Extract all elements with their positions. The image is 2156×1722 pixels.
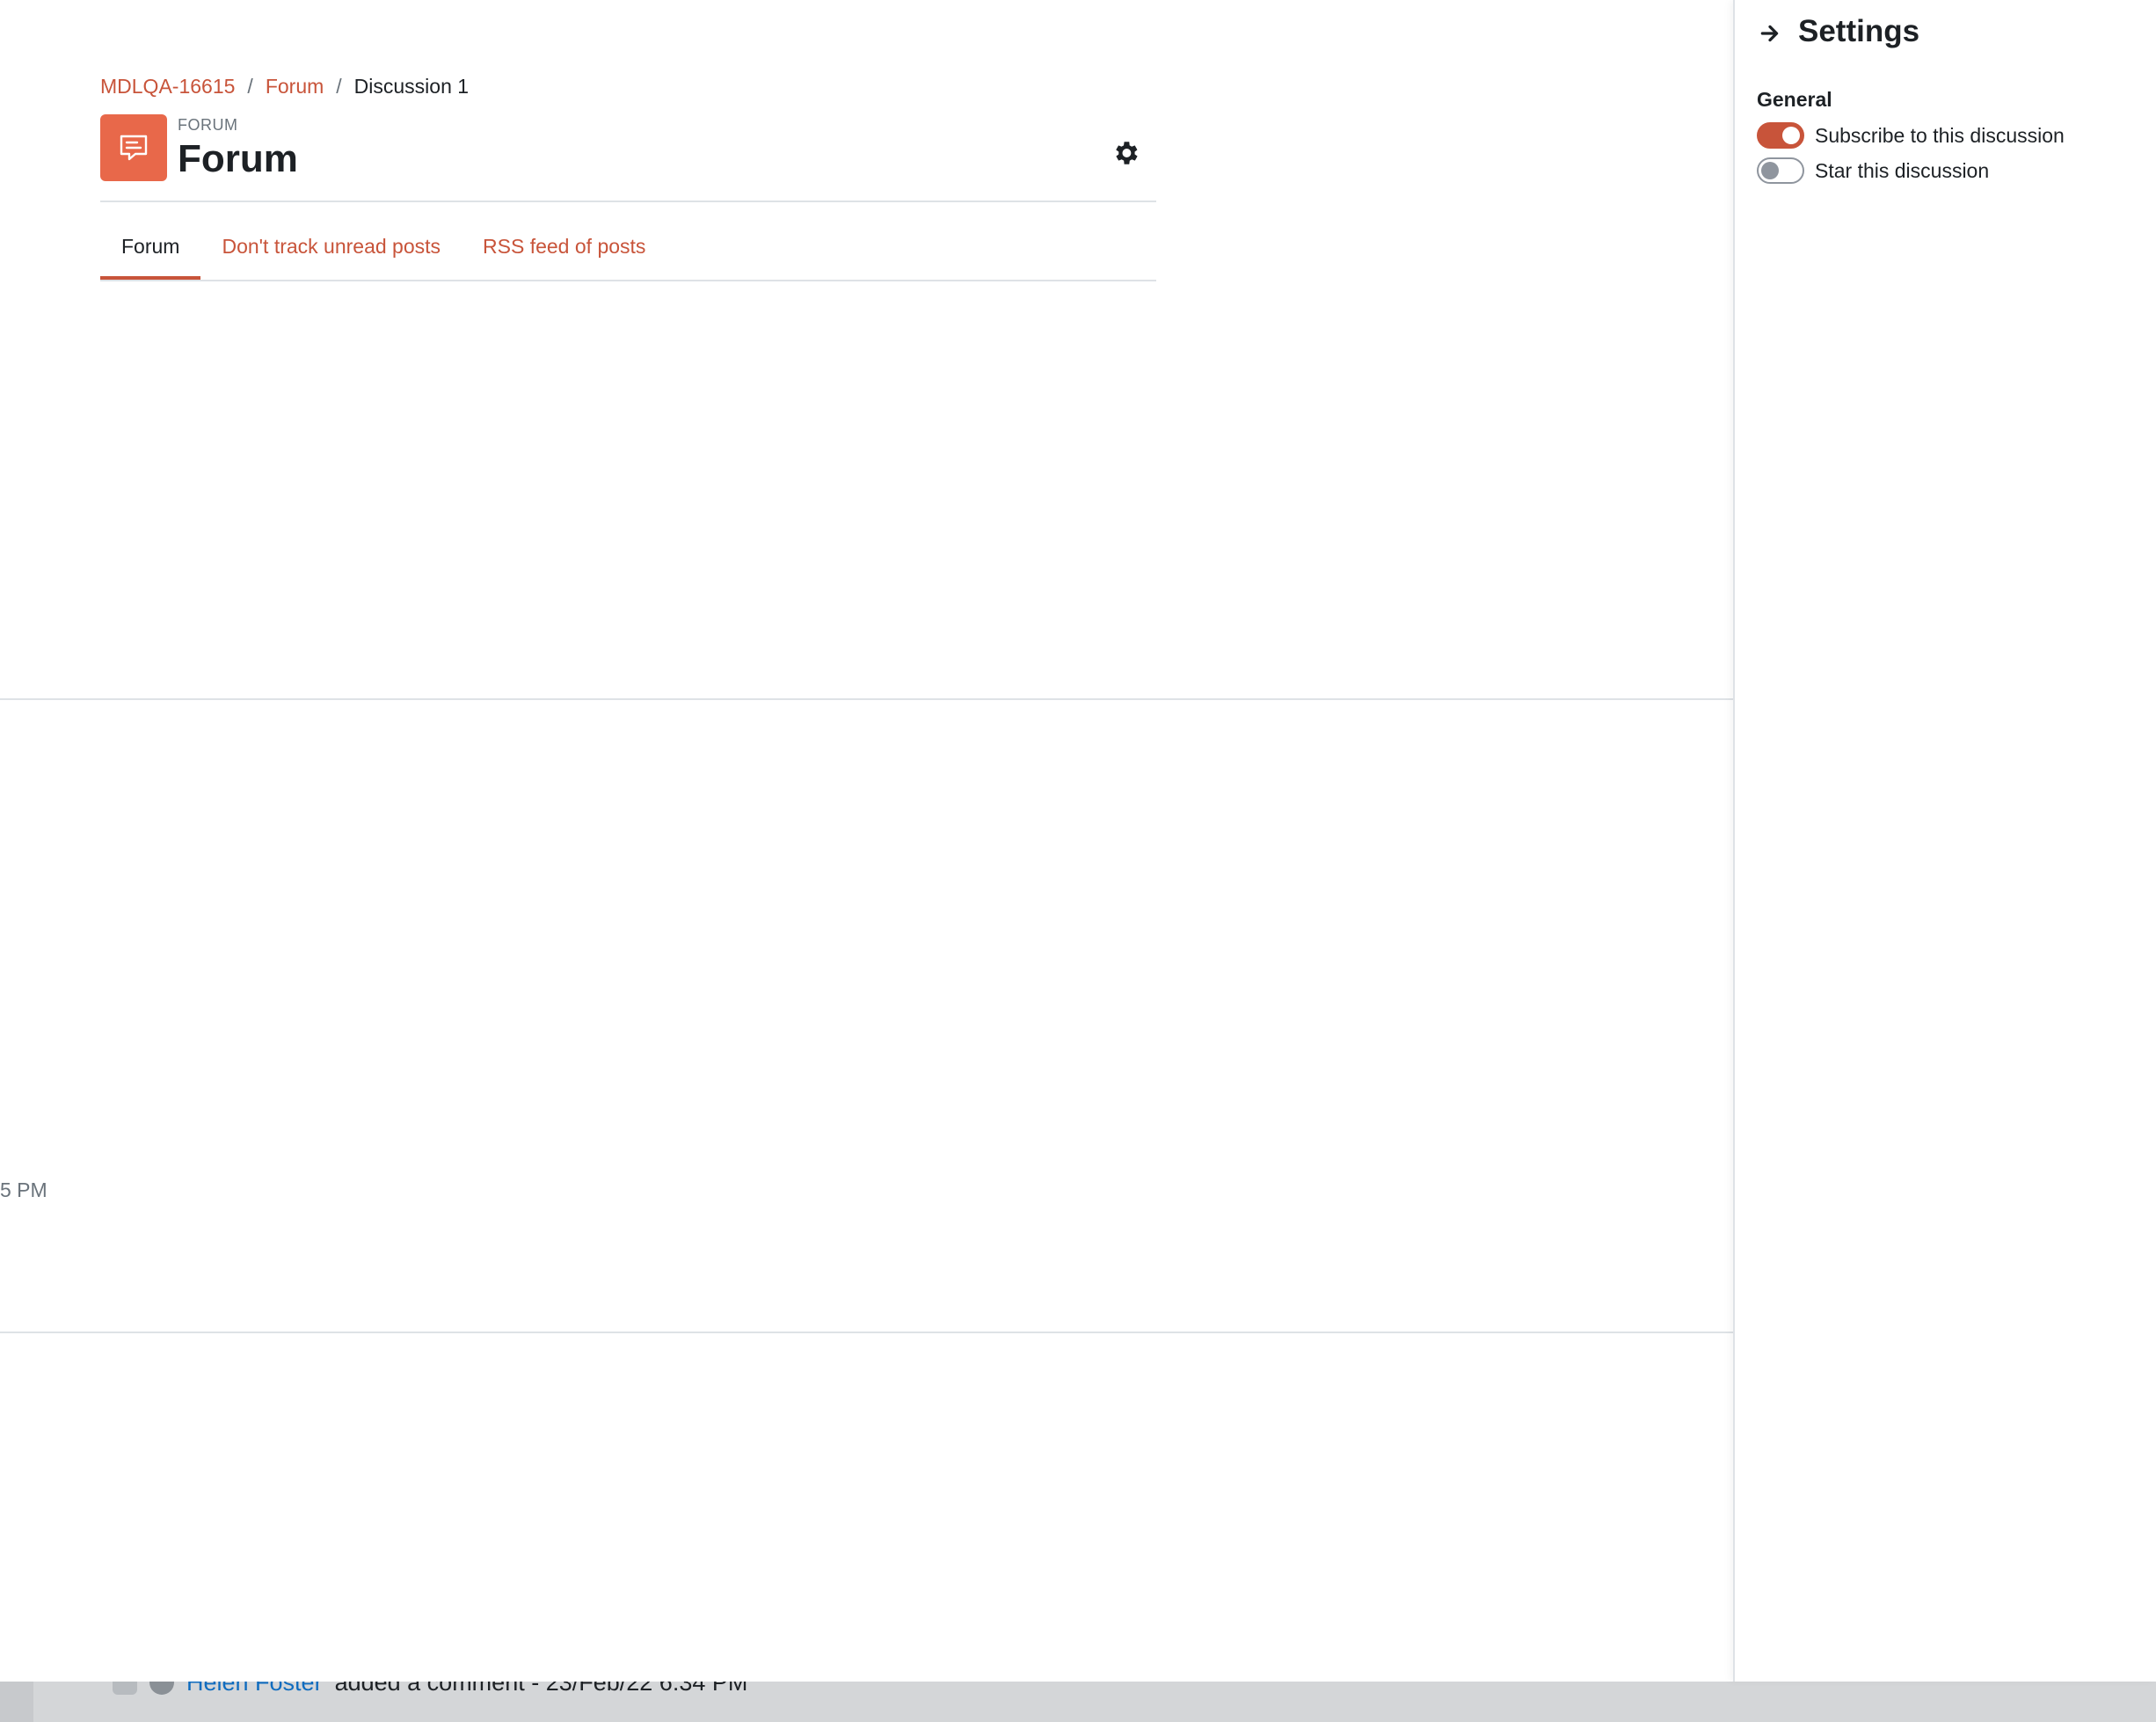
breadcrumb: MDLQA-16615 / Forum / Discussion 1 [100, 74, 469, 99]
breadcrumb-forum-link[interactable]: Forum [266, 75, 324, 99]
drawer-title: Settings [1798, 14, 1920, 48]
subscribe-toggle-row[interactable]: Subscribe to this discussion [1757, 121, 2065, 150]
post-divider [0, 698, 1733, 700]
breadcrumb-separator: / [247, 74, 253, 98]
star-toggle-row[interactable]: Star this discussion [1757, 157, 1989, 185]
tabs-divider [100, 280, 1156, 281]
tab-dont-track-unread[interactable]: Don't track unread posts [200, 213, 462, 280]
post-divider [0, 1332, 1733, 1333]
toggle-knob [1761, 162, 1779, 179]
subscribe-toggle[interactable] [1757, 122, 1804, 149]
toggle-knob [1782, 127, 1800, 144]
breadcrumb-separator: / [336, 74, 342, 98]
page-title: Forum [178, 137, 298, 180]
breadcrumb-course-link[interactable]: MDLQA-16615 [100, 75, 235, 99]
settings-drawer: Settings General Subscribe to this discu… [1733, 0, 2156, 1682]
subscribe-toggle-label: Subscribe to this discussion [1815, 123, 2065, 147]
header-divider [100, 201, 1156, 202]
gear-icon[interactable] [1110, 137, 1141, 169]
close-drawer-arrow-icon[interactable] [1756, 18, 1784, 49]
breadcrumb-current: Discussion 1 [353, 74, 470, 98]
main-region: MDLQA-16615 / Forum / Discussion 1 FORUM… [0, 0, 1733, 1682]
secondary-navigation: Forum Don't track unread posts RSS feed … [100, 213, 666, 280]
section-heading-general: General [1757, 88, 1832, 111]
page-pretitle: FORUM [178, 116, 238, 134]
tab-forum[interactable]: Forum [100, 213, 201, 280]
star-toggle-label: Star this discussion [1815, 158, 1990, 182]
star-toggle[interactable] [1757, 157, 1804, 184]
forum-icon [100, 114, 167, 181]
tab-rss-feed[interactable]: RSS feed of posts [462, 213, 666, 280]
post-time: 5 PM [0, 1178, 47, 1201]
